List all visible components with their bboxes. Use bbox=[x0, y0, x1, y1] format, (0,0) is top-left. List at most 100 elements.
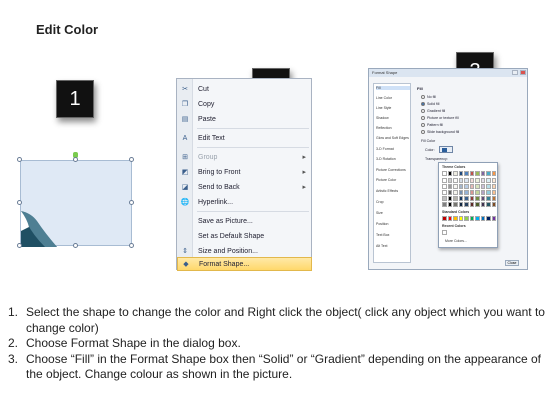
color-swatch[interactable] bbox=[486, 196, 491, 201]
menu-item-hyperlink[interactable]: 🌐 Hyperlink... bbox=[177, 195, 312, 209]
color-swatch[interactable] bbox=[453, 202, 458, 207]
sidebar-item-fill[interactable]: Fill bbox=[376, 86, 410, 90]
color-swatch[interactable] bbox=[480, 178, 485, 183]
color-picker-button[interactable] bbox=[439, 146, 453, 153]
color-swatch[interactable] bbox=[475, 171, 480, 176]
sidebar-item-reflection[interactable]: Reflection bbox=[376, 126, 392, 130]
color-swatch[interactable] bbox=[491, 171, 496, 176]
color-swatch[interactable] bbox=[442, 230, 447, 235]
color-swatch[interactable] bbox=[475, 190, 480, 195]
color-swatch[interactable] bbox=[480, 196, 485, 201]
selected-shape[interactable] bbox=[20, 160, 132, 247]
color-swatch[interactable] bbox=[469, 184, 474, 189]
resize-handle-ml[interactable] bbox=[17, 200, 22, 205]
color-swatch[interactable] bbox=[469, 216, 474, 221]
color-swatch[interactable] bbox=[469, 202, 474, 207]
sidebar-item-shadow[interactable]: Shadow bbox=[376, 116, 389, 120]
color-swatch[interactable] bbox=[475, 196, 480, 201]
color-swatch[interactable] bbox=[458, 184, 463, 189]
option-picture-fill[interactable]: Picture or texture fill bbox=[421, 116, 459, 120]
sidebar-item-line-color[interactable]: Line Color bbox=[376, 96, 392, 100]
color-swatch[interactable] bbox=[464, 190, 469, 195]
color-swatch[interactable] bbox=[442, 216, 447, 221]
menu-item-edit-text[interactable]: A Edit Text bbox=[177, 131, 312, 145]
option-no-fill[interactable]: No fill bbox=[421, 95, 436, 99]
sidebar-item-alt-text[interactable]: Alt Text bbox=[376, 244, 387, 248]
sidebar-item-text-box[interactable]: Text Box bbox=[376, 233, 389, 237]
color-swatch[interactable] bbox=[442, 196, 447, 201]
color-swatch[interactable] bbox=[475, 216, 480, 221]
color-swatch[interactable] bbox=[480, 202, 485, 207]
menu-item-set-default-shape[interactable]: Set as Default Shape bbox=[177, 229, 312, 243]
color-swatch[interactable] bbox=[469, 178, 474, 183]
sidebar-item-picture-color[interactable]: Picture Color bbox=[376, 178, 396, 182]
sidebar-item-size[interactable]: Size bbox=[376, 211, 383, 215]
menu-item-size-and-position[interactable]: ⇕ Size and Position... bbox=[177, 244, 312, 258]
sidebar-item-artistic-effects[interactable]: Artistic Effects bbox=[376, 189, 398, 193]
menu-item-copy[interactable]: ❐ Copy bbox=[177, 97, 312, 111]
color-swatch[interactable] bbox=[447, 178, 452, 183]
color-swatch[interactable] bbox=[458, 178, 463, 183]
color-swatch[interactable] bbox=[491, 178, 496, 183]
color-swatch[interactable] bbox=[491, 202, 496, 207]
color-swatch[interactable] bbox=[491, 184, 496, 189]
color-swatch[interactable] bbox=[453, 190, 458, 195]
color-swatch[interactable] bbox=[458, 196, 463, 201]
sidebar-item-3d-format[interactable]: 3-D Format bbox=[376, 147, 394, 151]
menu-item-format-shape[interactable]: ◆ Format Shape... bbox=[177, 257, 312, 271]
color-swatch[interactable] bbox=[486, 202, 491, 207]
color-swatch[interactable] bbox=[447, 216, 452, 221]
menu-item-save-as-picture[interactable]: Save as Picture... bbox=[177, 214, 312, 228]
option-pattern-fill[interactable]: Pattern fill bbox=[421, 123, 443, 127]
menu-item-send-to-back[interactable]: ◪ Send to Back ▸ bbox=[177, 180, 312, 194]
color-swatch[interactable] bbox=[464, 171, 469, 176]
menu-item-paste[interactable]: ▤ Paste bbox=[177, 112, 312, 126]
color-swatch[interactable] bbox=[464, 202, 469, 207]
color-swatch[interactable] bbox=[486, 178, 491, 183]
color-swatch[interactable] bbox=[486, 216, 491, 221]
color-swatch[interactable] bbox=[486, 171, 491, 176]
resize-handle-tm[interactable] bbox=[73, 157, 78, 162]
color-swatch[interactable] bbox=[458, 216, 463, 221]
menu-item-bring-to-front[interactable]: ◩ Bring to Front ▸ bbox=[177, 165, 312, 179]
color-swatch[interactable] bbox=[453, 178, 458, 183]
resize-handle-tr[interactable] bbox=[129, 157, 134, 162]
resize-handle-bm[interactable] bbox=[73, 243, 78, 248]
color-swatch[interactable] bbox=[447, 202, 452, 207]
color-swatch[interactable] bbox=[480, 171, 485, 176]
color-swatch[interactable] bbox=[480, 190, 485, 195]
color-swatch[interactable] bbox=[464, 178, 469, 183]
color-swatch[interactable] bbox=[464, 196, 469, 201]
color-swatch[interactable] bbox=[442, 171, 447, 176]
resize-handle-br[interactable] bbox=[129, 243, 134, 248]
color-swatch[interactable] bbox=[447, 184, 452, 189]
resize-handle-bl[interactable] bbox=[17, 243, 22, 248]
color-swatch[interactable] bbox=[442, 202, 447, 207]
color-swatch[interactable] bbox=[458, 190, 463, 195]
sidebar-item-glow[interactable]: Glow and Soft Edges bbox=[376, 136, 409, 140]
help-button[interactable] bbox=[512, 70, 518, 75]
color-swatch[interactable] bbox=[453, 216, 458, 221]
color-swatch[interactable] bbox=[475, 202, 480, 207]
color-swatch[interactable] bbox=[447, 190, 452, 195]
color-swatch[interactable] bbox=[469, 171, 474, 176]
resize-handle-tl[interactable] bbox=[17, 157, 22, 162]
more-colors-link[interactable]: More Colors... bbox=[445, 239, 467, 243]
color-swatch[interactable] bbox=[491, 196, 496, 201]
color-swatch[interactable] bbox=[447, 171, 452, 176]
color-swatch[interactable] bbox=[442, 178, 447, 183]
resize-handle-mr[interactable] bbox=[129, 200, 134, 205]
sidebar-item-line-style[interactable]: Line Style bbox=[376, 106, 391, 110]
sidebar-item-position[interactable]: Position bbox=[376, 222, 388, 226]
option-gradient-fill[interactable]: Gradient fill bbox=[421, 109, 445, 113]
color-swatch[interactable] bbox=[458, 202, 463, 207]
option-solid-fill[interactable]: Solid fill bbox=[421, 102, 439, 106]
close-icon[interactable] bbox=[520, 70, 526, 75]
color-swatch[interactable] bbox=[458, 171, 463, 176]
option-slide-background-fill[interactable]: Slide background fill bbox=[421, 130, 459, 134]
sidebar-item-picture-corrections[interactable]: Picture Corrections bbox=[376, 168, 406, 172]
color-swatch[interactable] bbox=[486, 184, 491, 189]
color-swatch[interactable] bbox=[480, 184, 485, 189]
sidebar-item-3d-rotation[interactable]: 3-D Rotation bbox=[376, 157, 396, 161]
color-swatch[interactable] bbox=[469, 196, 474, 201]
